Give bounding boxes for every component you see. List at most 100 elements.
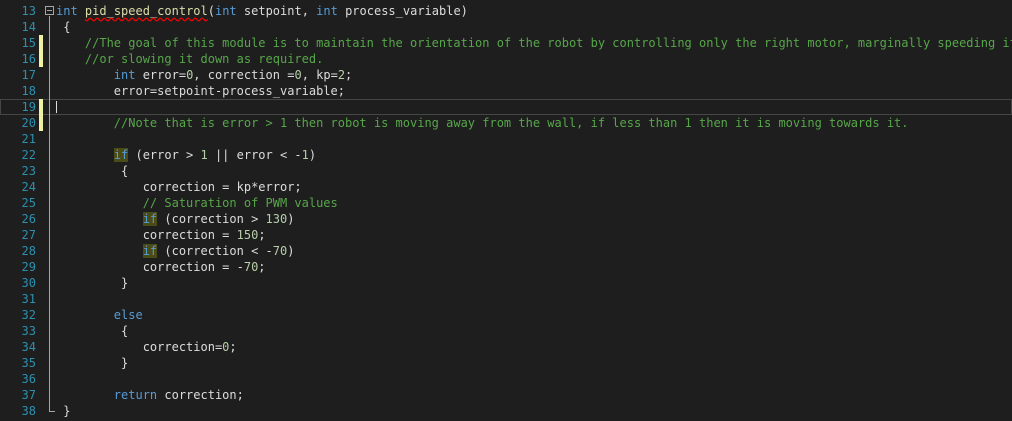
code-line[interactable]: 26 if (correction > 130) — [0, 211, 1012, 227]
line-number: 28 — [21, 244, 36, 258]
code-text: error=setpoint-process_variable; — [56, 83, 345, 99]
code-editor[interactable]: 13 int pid_speed_control(int setpoint, in… — [0, 0, 1012, 421]
code-line[interactable]: 19 — [0, 99, 1012, 115]
code-line[interactable]: 16 //or slowing it down as required. — [0, 51, 1012, 67]
code-text: { — [56, 19, 70, 35]
change-marker — [39, 51, 43, 67]
code-token: 70 — [272, 244, 288, 258]
line-number: 23 — [21, 164, 36, 178]
code-token: int — [113, 68, 136, 82]
code-line[interactable]: 30 } — [0, 275, 1012, 291]
code-token: if — [113, 148, 129, 162]
code-token: } — [56, 404, 71, 418]
code-text: else — [56, 307, 143, 323]
line-number: 30 — [21, 276, 36, 290]
code-line[interactable]: 27 correction = 150; — [0, 227, 1012, 243]
code-token: //Note that is error > 1 then robot is m… — [56, 116, 909, 130]
code-line[interactable]: 37 return correction; — [0, 387, 1012, 403]
code-token: || error < - — [207, 148, 302, 162]
code-token: 70 — [243, 260, 259, 274]
fold-guide-end — [49, 411, 55, 412]
code-line[interactable]: 17 int error=0, correction =0, kp=2; — [0, 67, 1012, 83]
code-text: correction = kp*error; — [56, 179, 302, 195]
code-token: 150 — [236, 228, 259, 242]
code-text: //Note that is error > 1 then robot is m… — [56, 115, 909, 131]
code-text: } — [56, 355, 128, 371]
code-token: correction = - — [56, 260, 244, 274]
code-line[interactable]: 32 else — [0, 307, 1012, 323]
code-line[interactable]: 28 if (correction < -70) — [0, 243, 1012, 259]
code-line[interactable]: 38 } — [0, 403, 1012, 419]
line-number: 37 — [21, 388, 36, 402]
code-token: ( — [207, 4, 215, 18]
line-number: 38 — [21, 404, 36, 418]
line-number: 27 — [21, 228, 36, 242]
code-token: setpoint, — [236, 4, 317, 18]
code-token: (correction < - — [157, 244, 273, 258]
line-number: 35 — [21, 356, 36, 370]
code-token: int — [316, 4, 338, 18]
code-line[interactable]: 29 correction = -70; — [0, 259, 1012, 275]
code-token: if — [142, 244, 158, 258]
line-number: 13 — [21, 4, 36, 18]
code-token: , correction = — [193, 68, 295, 82]
collapse-icon[interactable] — [45, 6, 54, 15]
code-token: correction = kp*error; — [56, 180, 302, 194]
change-marker — [39, 115, 43, 131]
code-line[interactable]: 23 { — [0, 163, 1012, 179]
line-number: 21 — [21, 132, 36, 146]
code-text: if (error > 1 || error < -1) — [56, 147, 316, 163]
code-line[interactable]: 35 } — [0, 355, 1012, 371]
code-token: ) — [287, 244, 295, 258]
line-number: 34 — [21, 340, 36, 354]
code-line[interactable]: 20 //Note that is error > 1 then robot i… — [0, 115, 1012, 131]
code-line[interactable]: 31 — [0, 291, 1012, 307]
code-line[interactable]: 36 — [0, 371, 1012, 387]
code-line[interactable]: 24 correction = kp*error; — [0, 179, 1012, 195]
code-line[interactable]: 18 error=setpoint-process_variable; — [0, 83, 1012, 99]
code-text: int error=0, correction =0, kp=2; — [56, 67, 352, 83]
code-token: // Saturation of PWM values — [56, 196, 338, 210]
line-number: 25 — [21, 196, 36, 210]
code-line[interactable]: 25 // Saturation of PWM values — [0, 195, 1012, 211]
code-token: 130 — [265, 212, 288, 226]
code-token: //or slowing it down as required. — [56, 52, 324, 66]
line-number: 22 — [21, 148, 36, 162]
code-line[interactable]: 33 { — [0, 323, 1012, 339]
code-line[interactable]: 22 if (error > 1 || error < -1) — [0, 147, 1012, 163]
code-text: return correction; — [56, 387, 244, 403]
code-token: ; — [258, 228, 266, 242]
code-token: ; — [229, 340, 237, 354]
code-token: 0 — [294, 68, 302, 82]
code-token: 2 — [337, 68, 346, 82]
code-token: ) — [308, 148, 317, 162]
line-number: 33 — [21, 324, 36, 338]
line-number: 24 — [21, 180, 36, 194]
code-token: , kp= — [301, 68, 338, 82]
code-line[interactable]: 15 //The goal of this module is to maint… — [0, 35, 1012, 51]
code-text: } — [56, 275, 128, 291]
code-token: correction= — [56, 340, 223, 354]
code-line[interactable]: 14 { — [0, 19, 1012, 35]
code-token: } — [56, 276, 129, 290]
code-token: return — [113, 388, 158, 402]
code-token: int — [214, 4, 237, 18]
fold-guide — [49, 16, 50, 411]
code-text: } — [56, 403, 70, 419]
code-token: ; — [345, 68, 353, 82]
code-token: (correction > — [157, 212, 266, 226]
code-line[interactable]: 13 int pid_speed_control(int setpoint, in… — [0, 3, 1012, 19]
code-token: int — [56, 4, 78, 18]
code-token: else — [113, 308, 143, 322]
code-line[interactable]: 34 correction=0; — [0, 339, 1012, 355]
change-marker — [39, 35, 43, 51]
code-text: { — [56, 163, 128, 179]
code-line[interactable]: 21 — [0, 131, 1012, 147]
line-number: 14 — [21, 20, 36, 34]
code-token: correction = — [56, 228, 237, 242]
code-text: correction=0; — [56, 339, 237, 355]
